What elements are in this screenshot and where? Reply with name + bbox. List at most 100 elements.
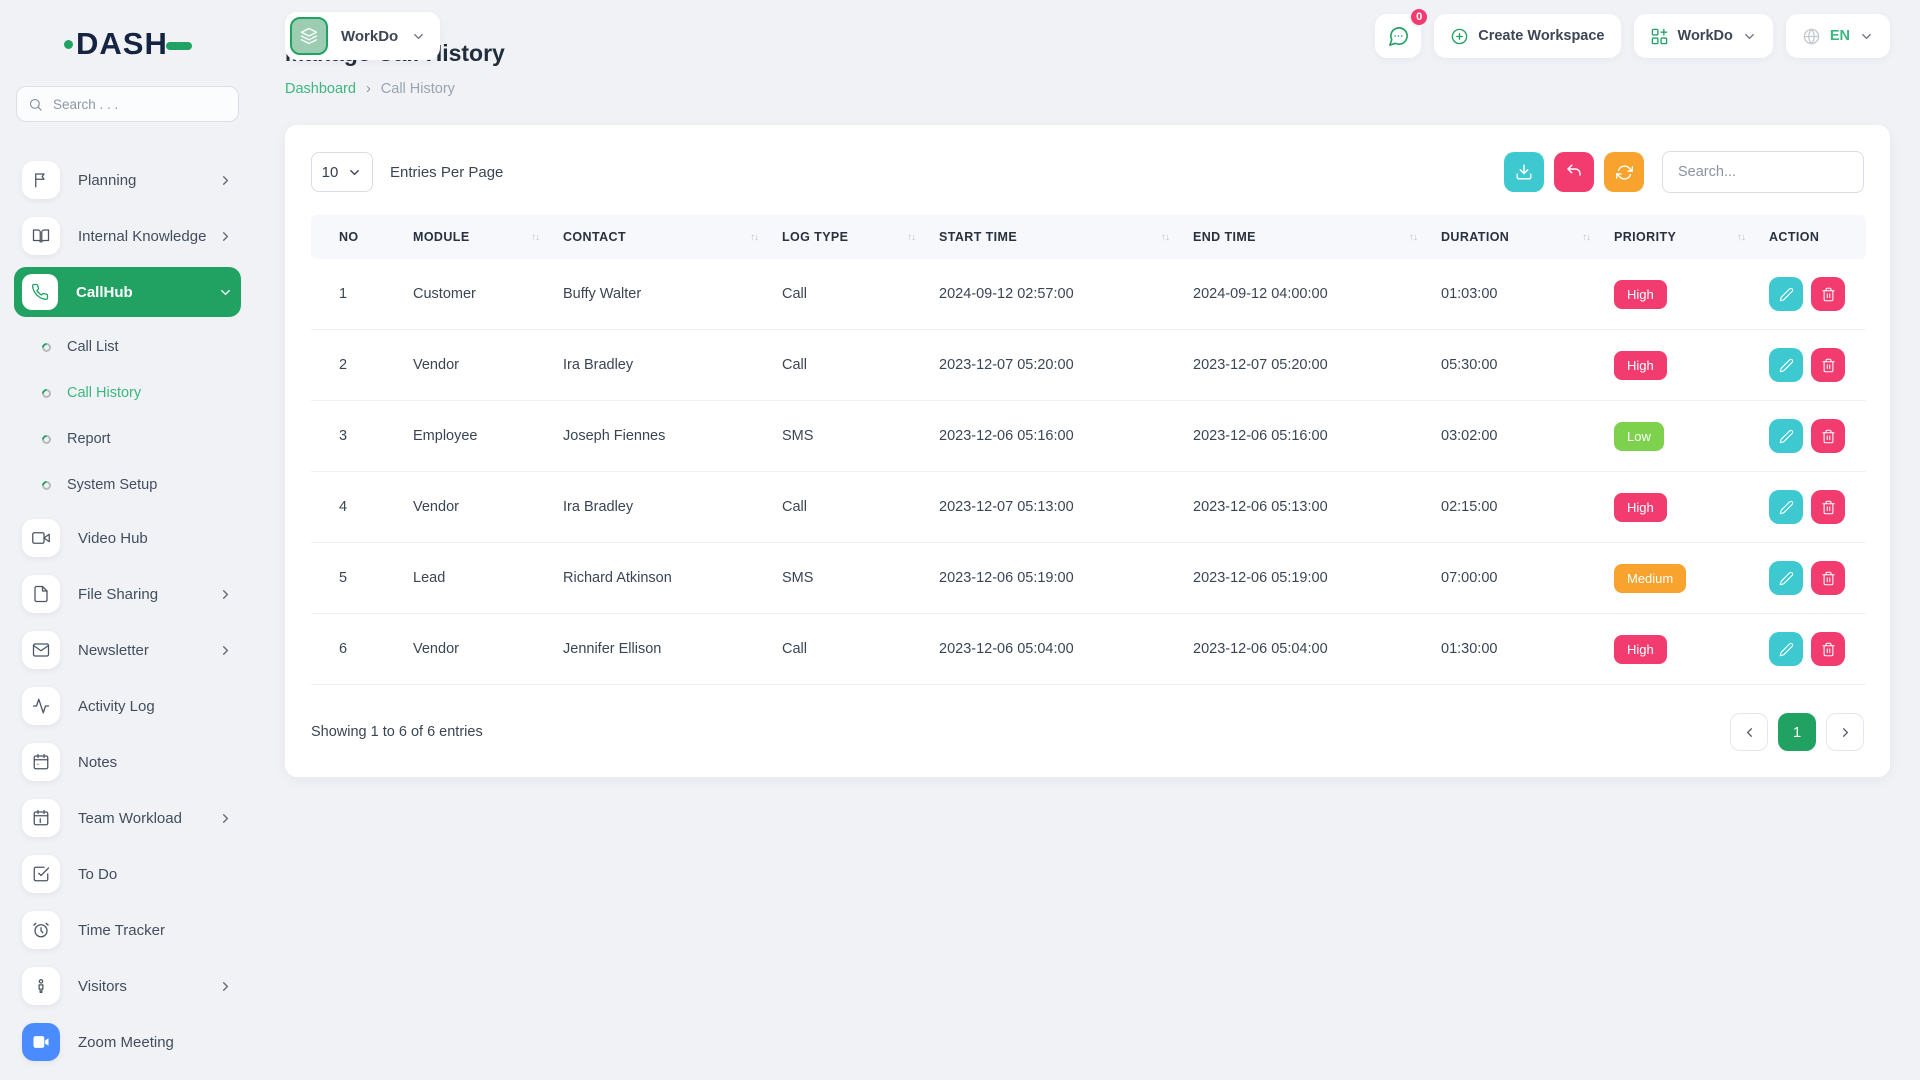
column-header-contact[interactable]: CONTACT ↑↓ <box>553 215 772 259</box>
cell-log-type: Call <box>772 472 929 543</box>
sidebar-item-visitors[interactable]: Visitors <box>14 958 241 1014</box>
pagination-page-1-button[interactable]: 1 <box>1778 713 1816 751</box>
cell-contact: Ira Bradley <box>553 472 772 543</box>
cell-duration: 01:30:00 <box>1431 614 1604 685</box>
column-header-priority[interactable]: PRIORITY↑↓ <box>1604 215 1759 259</box>
export-download-button[interactable] <box>1504 152 1544 192</box>
sort-icon[interactable]: ↑↓ <box>907 232 915 243</box>
calendar-dot-icon <box>22 743 60 781</box>
column-header-module[interactable]: MODULE↑↓ <box>403 215 553 259</box>
edit-button[interactable] <box>1769 632 1803 666</box>
delete-button[interactable] <box>1811 419 1845 453</box>
book-icon <box>22 217 60 255</box>
sidebar-item-planning[interactable]: Planning <box>14 152 241 208</box>
table-search-input[interactable] <box>1662 151 1864 193</box>
cell-action <box>1759 401 1866 472</box>
delete-button[interactable] <box>1811 277 1845 311</box>
sidebar-nav: PlanningInternal KnowledgeCallHub Call Li… <box>14 152 241 1070</box>
cell-duration: 02:15:00 <box>1431 472 1604 543</box>
cell-log-type: Call <box>772 614 929 685</box>
logo-text: DASH <box>76 26 168 62</box>
sort-icon[interactable]: ↑↓ <box>531 232 539 243</box>
file-icon <box>22 575 60 613</box>
sidebar-item-video-hub[interactable]: Video Hub <box>14 510 241 566</box>
column-header-log-type[interactable]: LOG TYPE↑↓ <box>772 215 929 259</box>
cell-no: 6 <box>311 614 403 685</box>
breadcrumb-dashboard-link[interactable]: Dashboard <box>285 81 356 97</box>
chat-bubble-icon <box>1387 25 1410 48</box>
edit-button[interactable] <box>1769 490 1803 524</box>
pagination-prev-button[interactable] <box>1730 713 1768 751</box>
edit-button[interactable] <box>1769 348 1803 382</box>
workspace-name: WorkDo <box>341 28 398 45</box>
sort-icon[interactable]: ↑↓ <box>1409 232 1417 243</box>
cell-action <box>1759 614 1866 685</box>
sidebar-item-notes[interactable]: Notes <box>14 734 241 790</box>
edit-button[interactable] <box>1769 277 1803 311</box>
brand-logo[interactable]: DASH <box>64 26 241 62</box>
grid-plus-icon <box>1650 27 1669 46</box>
sidebar-subitem-call-list[interactable]: Call List <box>14 324 241 370</box>
sidebar-search <box>16 86 239 122</box>
sort-icon[interactable]: ↑↓ <box>1161 232 1169 243</box>
sidebar-item-file-sharing[interactable]: File Sharing <box>14 566 241 622</box>
sidebar-item-time-tracker[interactable]: Time Tracker <box>14 902 241 958</box>
chevron-right-icon <box>1838 725 1853 740</box>
workdo-menu-button[interactable]: WorkDo <box>1634 14 1773 58</box>
cell-start-time: 2024-09-12 02:57:00 <box>929 259 1183 330</box>
search-icon <box>28 97 43 112</box>
toolbar-actions <box>1504 151 1864 193</box>
sidebar-item-team-workload[interactable]: Team Workload <box>14 790 241 846</box>
cell-duration: 03:02:00 <box>1431 401 1604 472</box>
create-workspace-button[interactable]: Create Workspace <box>1434 14 1620 58</box>
breadcrumb: Dashboard › Call History <box>285 81 1890 97</box>
refresh-button[interactable] <box>1604 152 1644 192</box>
language-selector[interactable]: EN <box>1786 14 1890 58</box>
sidebar-search-input[interactable] <box>51 96 227 113</box>
cell-action <box>1759 472 1866 543</box>
cell-contact: Buffy Walter <box>553 259 772 330</box>
undo-back-button[interactable] <box>1554 152 1594 192</box>
sidebar-subitem-call-history[interactable]: Call History <box>14 370 241 416</box>
language-label: EN <box>1830 28 1850 44</box>
sidebar-item-activity-log[interactable]: Activity Log <box>14 678 241 734</box>
cell-start-time: 2023-12-06 05:19:00 <box>929 543 1183 614</box>
entries-per-page-select[interactable]: 10 <box>311 152 373 192</box>
sort-icon[interactable]: ↑↓ <box>750 232 758 243</box>
sidebar-item-callhub[interactable]: CallHub <box>14 267 241 317</box>
delete-button[interactable] <box>1811 348 1845 382</box>
delete-button[interactable] <box>1811 561 1845 595</box>
flag-icon <box>22 161 60 199</box>
sidebar-item-internal-knowledge[interactable]: Internal Knowledge <box>14 208 241 264</box>
sidebar-item-zoom-meeting[interactable]: Zoom Meeting <box>14 1014 241 1070</box>
chevron-right-icon <box>218 229 233 244</box>
edit-button[interactable] <box>1769 561 1803 595</box>
sort-icon[interactable]: ↑↓ <box>1737 232 1745 243</box>
column-header-label: END TIME <box>1193 230 1256 244</box>
column-header-end-time[interactable]: END TIME ↑↓ <box>1183 215 1431 259</box>
delete-button[interactable] <box>1811 490 1845 524</box>
sidebar-subitem-system-setup[interactable]: System Setup <box>14 462 241 508</box>
breadcrumb-separator: › <box>366 81 371 97</box>
sidebar-item-label: Video Hub <box>78 530 148 547</box>
column-header-start-time[interactable]: START TIME↑↓ <box>929 215 1183 259</box>
pagination-next-button[interactable] <box>1826 713 1864 751</box>
sidebar-item-to-do[interactable]: To Do <box>14 846 241 902</box>
column-header-label: CONTACT <box>563 230 626 244</box>
delete-button[interactable] <box>1811 632 1845 666</box>
sidebar-subitem-label: Call History <box>67 385 141 401</box>
cell-action <box>1759 259 1866 330</box>
cell-log-type: Call <box>772 259 929 330</box>
sidebar-item-newsletter[interactable]: Newsletter <box>14 622 241 678</box>
sidebar-subitem-report[interactable]: Report <box>14 416 241 462</box>
cell-contact: Jennifer Ellison <box>553 614 772 685</box>
column-header-duration[interactable]: DURATION↑↓ <box>1431 215 1604 259</box>
cell-end-time: 2023-12-06 05:04:00 <box>1183 614 1431 685</box>
messages-button[interactable]: 0 <box>1375 14 1421 58</box>
cell-duration: 05:30:00 <box>1431 330 1604 401</box>
chevron-down-icon <box>1859 29 1874 44</box>
cell-start-time: 2023-12-06 05:16:00 <box>929 401 1183 472</box>
edit-button[interactable] <box>1769 419 1803 453</box>
sort-icon[interactable]: ↑↓ <box>1582 232 1590 243</box>
workspace-switcher[interactable]: WorkDo <box>285 12 440 60</box>
